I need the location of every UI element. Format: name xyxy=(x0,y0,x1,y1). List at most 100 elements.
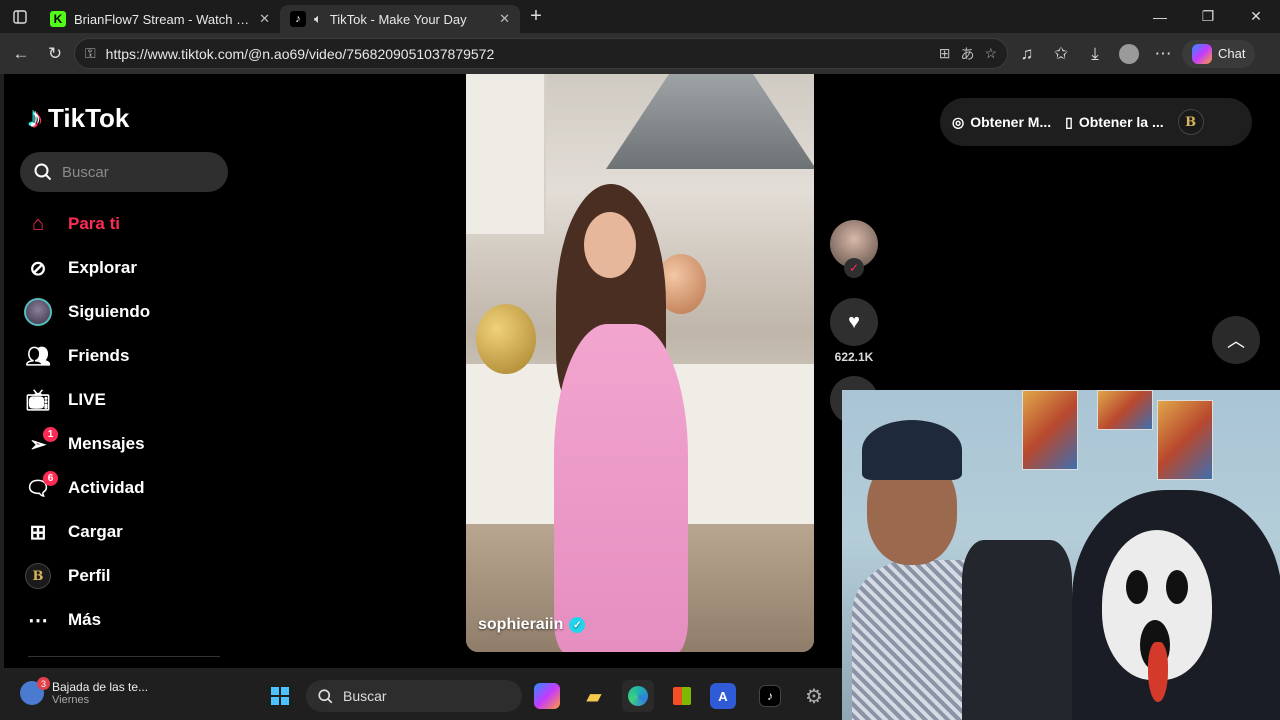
window-controls: — ❐ ✕ xyxy=(1136,0,1280,33)
sidebar-item-live[interactable]: 📺︎ LIVE xyxy=(24,378,224,422)
profile-avatar-button[interactable]: B xyxy=(1177,109,1204,135)
store-icon[interactable] xyxy=(666,680,698,712)
taskbar-search-label: Buscar xyxy=(343,688,387,704)
weather-title: Bajada de las te... xyxy=(52,680,149,694)
autocad-icon[interactable]: A xyxy=(710,683,736,709)
search-placeholder: Buscar xyxy=(62,163,109,181)
logo-text: TikTok xyxy=(48,102,130,133)
previous-video-button[interactable]: ︿ xyxy=(1212,316,1260,364)
home-icon: ⌂ xyxy=(31,212,45,235)
username-text: sophieraiin xyxy=(478,616,564,633)
minimize-icon[interactable]: — xyxy=(1136,0,1184,33)
video-username[interactable]: sophieraiin ✓ xyxy=(478,616,586,634)
video-range-hood xyxy=(606,74,814,169)
sidebar-item-cargar[interactable]: ⊞ Cargar xyxy=(24,510,224,554)
windows-taskbar: 3 Bajada de las te... Viernes Buscar ▰ A… xyxy=(0,672,842,720)
copilot-app-icon[interactable] xyxy=(534,683,560,709)
weather-badge: 3 xyxy=(37,677,50,690)
like-count: 622.1K xyxy=(834,350,874,364)
refresh-icon[interactable]: ↻ xyxy=(40,39,70,69)
more-icon: ⋯ xyxy=(28,609,48,632)
favorite-star-icon[interactable]: ☆ xyxy=(984,45,997,62)
activity-icon: 🗨︎ 6 xyxy=(24,471,58,502)
upload-icon: ⊞ xyxy=(29,521,47,544)
live-icon: 📺︎ xyxy=(25,389,51,412)
get-coins-button[interactable]: ◎ Obtener M... xyxy=(952,114,1051,131)
tiktok-icon: ♪ xyxy=(290,11,306,27)
sidebar-item-label: Más xyxy=(68,610,102,629)
favorites-icon[interactable]: ✩ xyxy=(1046,39,1076,69)
sidebar-item-mas[interactable]: ⋯ Más xyxy=(24,598,224,642)
tiktok-logo[interactable]: ♪ TikTok xyxy=(28,102,129,134)
sidebar-item-mensajes[interactable]: ➢ 1 Mensajes xyxy=(24,422,224,466)
site-info-icon[interactable]: ⚿ xyxy=(85,45,96,62)
media-icon[interactable]: ♫ xyxy=(1012,39,1042,69)
sidebar-divider xyxy=(28,656,220,657)
apps-icon[interactable]: ⊞ xyxy=(939,45,951,62)
sidebar-item-actividad[interactable]: 🗨︎ 6 Actividad xyxy=(24,466,224,510)
edge-icon[interactable] xyxy=(622,680,654,712)
get-app-button[interactable]: ▯ Obtener la ... xyxy=(1065,114,1164,131)
chat-button[interactable]: Chat xyxy=(1182,39,1256,68)
new-tab-button[interactable]: + xyxy=(520,1,552,33)
close-tab-icon[interactable]: ✕ xyxy=(259,11,270,27)
sidebar-item-explorar[interactable]: ⊘ Explorar xyxy=(24,246,224,290)
sidebar-item-friends[interactable]: 👥︎ Friends xyxy=(24,334,224,378)
copilot-icon xyxy=(1192,43,1212,64)
tiktok-note-icon: ♪ xyxy=(28,102,42,133)
url-field[interactable]: ⚿ https://www.tiktok.com/@n.ao69/video/7… xyxy=(74,38,1008,69)
taskbar-search[interactable]: Buscar xyxy=(306,680,522,712)
sidebar-item-para-ti[interactable]: ⌂ Para ti xyxy=(24,202,224,246)
close-window-icon[interactable]: ✕ xyxy=(1232,0,1280,33)
downloads-icon[interactable]: ⤓ xyxy=(1080,39,1110,69)
webcam-overlay xyxy=(842,390,1280,720)
sidebar-item-perfil[interactable]: B Perfil xyxy=(24,554,224,598)
weather-widget[interactable]: 3 Bajada de las te... Viernes xyxy=(20,677,149,706)
wall-poster xyxy=(1157,400,1213,480)
more-menu-icon[interactable]: ⋯ xyxy=(1148,39,1178,69)
sidebar-item-label: Perfil xyxy=(68,566,111,585)
sidebar-item-siguiendo[interactable]: Siguiendo xyxy=(24,290,224,334)
compass-icon: ⊘ xyxy=(29,257,47,280)
back-icon[interactable]: ← xyxy=(6,39,36,69)
following-avatar xyxy=(24,298,52,326)
video-player[interactable]: sophieraiin ✓ xyxy=(466,74,814,652)
sidebar-nav: ⌂ Para ti ⊘ Explorar Siguiendo 👥︎ Friend… xyxy=(24,202,224,642)
sidebar-item-label: Siguiendo xyxy=(68,302,151,321)
speaker-icon[interactable]: 🔈︎ xyxy=(314,11,322,27)
restore-icon[interactable]: ❐ xyxy=(1184,0,1232,33)
tab-brianflow[interactable]: K BrianFlow7 Stream - Watch Live o ✕ xyxy=(40,5,280,33)
weather-subtitle: Viernes xyxy=(52,694,90,706)
weather-icon: 3 xyxy=(20,677,50,705)
browser-tab-bar: K BrianFlow7 Stream - Watch Live o ✕ ♪ 🔈… xyxy=(0,0,1280,33)
phone-icon: ▯ xyxy=(1065,113,1073,130)
settings-icon[interactable]: ⚙ xyxy=(798,680,830,712)
search-input[interactable]: Buscar xyxy=(20,152,228,192)
search-icon xyxy=(318,688,333,703)
sidebar-item-label: Actividad xyxy=(68,478,145,497)
search-icon xyxy=(34,163,52,181)
get-coins-label: Obtener M... xyxy=(970,114,1052,130)
tab-actions-icon[interactable] xyxy=(0,0,40,33)
webcam-person xyxy=(852,410,1072,720)
tab-title: TikTok - Make Your Day xyxy=(329,11,467,27)
followed-check-icon[interactable]: ✓ xyxy=(844,258,864,278)
start-icon[interactable] xyxy=(264,680,296,712)
chevron-up-icon: ︿ xyxy=(1227,331,1245,351)
tab-tiktok[interactable]: ♪ 🔈︎ TikTok - Make Your Day ✕ xyxy=(280,5,520,33)
like-button[interactable]: ♥ xyxy=(830,298,878,346)
video-person xyxy=(546,184,696,652)
messages-badge: 1 xyxy=(43,427,58,442)
video-balloon xyxy=(476,304,536,374)
profile-avatar-icon[interactable] xyxy=(1114,39,1144,69)
translate-icon[interactable]: あ xyxy=(960,44,974,64)
tiktok-app-icon[interactable]: ♪ xyxy=(754,680,786,712)
activity-badge: 6 xyxy=(43,471,58,486)
file-explorer-icon[interactable]: ▰ xyxy=(578,680,610,712)
sidebar-item-label: Explorar xyxy=(68,258,137,277)
address-bar-row: ← ↻ ⚿ https://www.tiktok.com/@n.ao69/vid… xyxy=(0,33,1280,74)
creator-avatar[interactable]: ✓ xyxy=(830,220,878,278)
profile-logo: B xyxy=(25,563,51,589)
close-tab-icon[interactable]: ✕ xyxy=(499,11,510,27)
messages-icon: ➢ 1 xyxy=(24,427,58,458)
